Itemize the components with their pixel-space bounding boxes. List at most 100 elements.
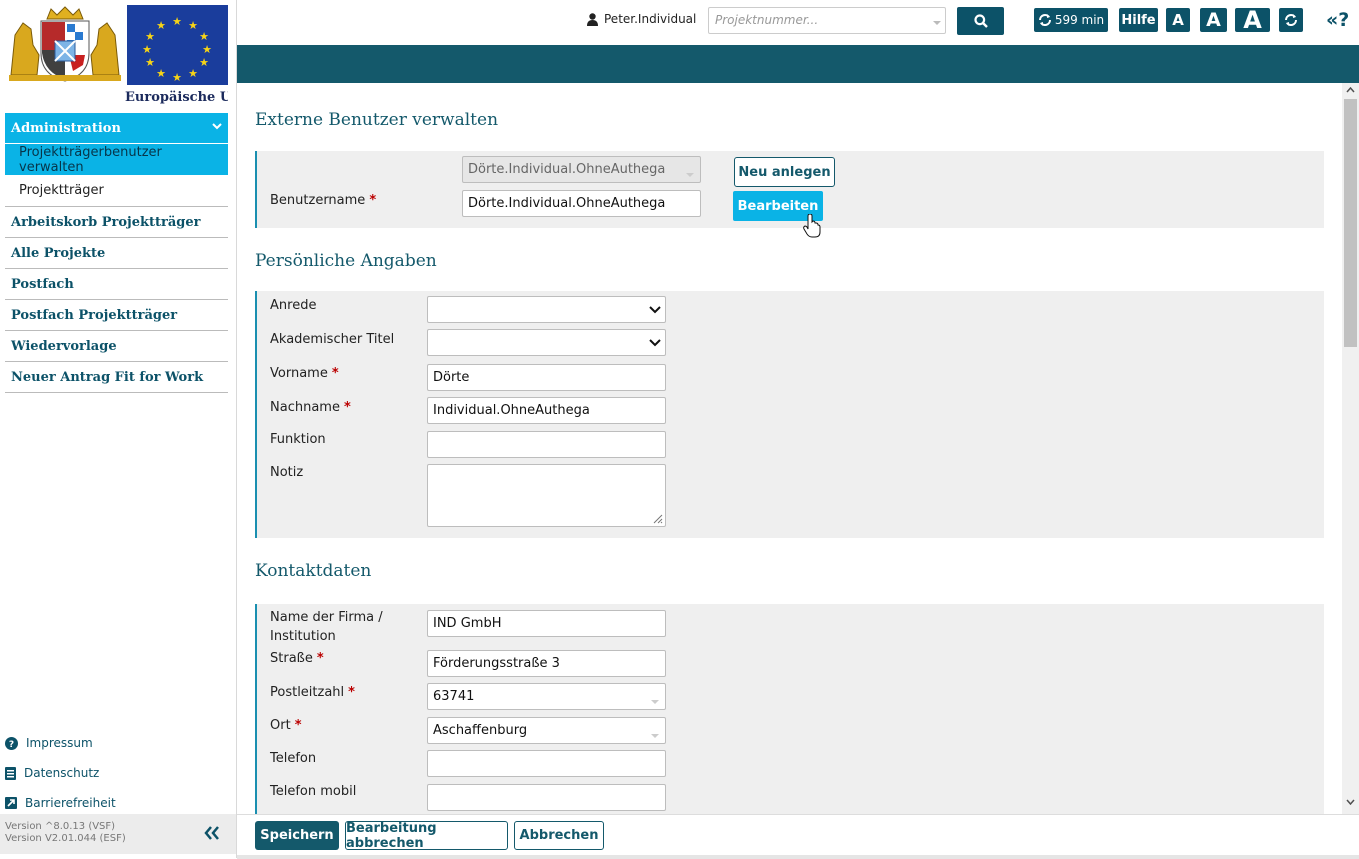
eu-flag-logo: ★ ★ ★ ★ ★ ★ ★ ★ ★ ★ ★ ★: [127, 5, 228, 85]
nav-neuer-antrag[interactable]: Neuer Antrag Fit for Work: [5, 362, 228, 393]
required-marker: *: [316, 651, 324, 666]
logo-area: ★ ★ ★ ★ ★ ★ ★ ★ ★ ★ ★ ★ Europäische Uni: [5, 5, 228, 107]
external-link-icon: [5, 797, 17, 809]
scroll-down-arrow-icon[interactable]: [1346, 799, 1355, 805]
font-size-medium-button[interactable]: A: [1200, 8, 1227, 32]
nav-sub-projekttraegerbenutzer[interactable]: Projektträgerbenutzer verwalten: [5, 143, 228, 175]
username-label-text: Benutzername: [270, 193, 366, 208]
current-user[interactable]: Peter.Individual: [587, 12, 696, 26]
nav-administration[interactable]: Administration: [5, 113, 228, 143]
mobil-input[interactable]: [427, 784, 666, 811]
funktion-label: Funktion: [270, 432, 326, 447]
username-input[interactable]: Dörte.Individual.OhneAuthega: [462, 190, 701, 217]
vorname-input[interactable]: Dörte: [427, 364, 666, 391]
user-select-value: Dörte.Individual.OhneAuthega: [468, 162, 666, 177]
dropdown-caret-icon: [933, 21, 941, 25]
vorname-label-text: Vorname: [270, 366, 328, 381]
user-select-panel: Dörte.Individual.OhneAuthega Benutzernam…: [255, 151, 1324, 238]
strasse-label: Straße *: [270, 649, 324, 668]
refresh-icon: [1038, 14, 1051, 26]
anrede-select[interactable]: [427, 296, 666, 323]
user-icon: [587, 12, 598, 26]
nachname-label: Nachname *: [270, 398, 351, 417]
scroll-up-arrow-icon[interactable]: [1346, 87, 1355, 93]
ort-label-text: Ort: [270, 718, 291, 733]
required-marker: *: [348, 685, 355, 700]
top-bar: Peter.Individual Projektnummer... 599 mi…: [237, 0, 1359, 45]
nav-sub-projekttraeger[interactable]: Projektträger: [5, 175, 228, 207]
funktion-input[interactable]: [427, 431, 666, 458]
resize-grip-icon[interactable]: [651, 512, 663, 524]
nachname-input[interactable]: Individual.OhneAuthega: [427, 397, 666, 424]
project-number-placeholder: Projektnummer...: [715, 13, 819, 27]
svg-text:★: ★: [188, 67, 198, 80]
dropdown-caret-icon: [651, 734, 659, 738]
firma-label-line2: Institution: [270, 629, 336, 644]
question-circle-icon: ?: [5, 736, 18, 750]
search-button[interactable]: [957, 7, 1004, 35]
nav-wiedervorlage[interactable]: Wiedervorlage: [5, 331, 228, 362]
new-user-button[interactable]: Neu anlegen: [734, 157, 835, 187]
svg-text:?: ?: [9, 740, 14, 750]
chevron-down-icon: [649, 306, 661, 314]
required-marker: *: [369, 193, 377, 208]
svg-text:★: ★: [145, 56, 155, 69]
plz-value: 63741: [433, 689, 475, 704]
bottom-divider: [237, 855, 1359, 859]
nav-arbeitskorb[interactable]: Arbeitskorb Projektträger: [5, 207, 228, 238]
titel-label: Akademischer Titel: [270, 332, 395, 347]
svg-text:★: ★: [172, 15, 182, 28]
telefon-label: Telefon: [270, 751, 317, 766]
user-name: Peter.Individual: [604, 12, 697, 26]
link-datenschutz[interactable]: Datenschutz: [5, 758, 228, 788]
nav-alle-projekte[interactable]: Alle Projekte: [5, 238, 228, 269]
help-button[interactable]: Hilfe: [1119, 8, 1158, 32]
ort-value: Aschaffenburg: [433, 723, 528, 738]
version-vsf: Version ^8.0.13 (VSF): [5, 821, 116, 832]
firma-label-line1: Name der Firma /: [270, 610, 383, 625]
ort-combobox[interactable]: Aschaffenburg: [427, 717, 666, 744]
page-title: Externe Benutzer verwalten: [255, 110, 499, 130]
chevron-down-icon: [649, 339, 661, 347]
session-timer-label: 599 min: [1054, 13, 1105, 27]
notiz-textarea[interactable]: [427, 464, 666, 527]
footer-links: ? Impressum Datenschutz Barrierefreiheit: [5, 728, 228, 818]
session-timer-button[interactable]: 599 min: [1034, 8, 1108, 32]
save-button[interactable]: Speichern: [255, 821, 339, 850]
strasse-input[interactable]: Förderungsstraße 3: [427, 650, 666, 677]
scrollbar-thumb[interactable]: [1344, 99, 1357, 347]
notiz-label: Notiz: [270, 465, 304, 480]
svg-text:★: ★: [202, 43, 212, 56]
required-marker: *: [294, 718, 302, 733]
plz-combobox[interactable]: 63741: [427, 683, 666, 710]
titel-select[interactable]: [427, 329, 666, 356]
main-scrollbar[interactable]: [1342, 83, 1359, 814]
svg-text:★: ★: [156, 67, 166, 80]
context-help-icon[interactable]: «?: [1326, 9, 1349, 31]
header-band: [237, 45, 1359, 83]
cancel-button[interactable]: Abbrechen: [514, 821, 604, 850]
link-impressum[interactable]: ? Impressum: [5, 728, 228, 758]
font-size-small-button[interactable]: A: [1166, 8, 1190, 32]
collapse-sidebar-icon[interactable]: [204, 826, 220, 840]
dropdown-caret-icon: [651, 700, 659, 704]
sidebar-nav: Administration Projektträgerbenutzer ver…: [5, 113, 228, 393]
cancel-edit-button[interactable]: Bearbeitung abbrechen: [345, 821, 508, 851]
chevron-down-icon: [212, 123, 222, 130]
sidebar-footer: Version ^8.0.13 (VSF) Version V2.01.044 …: [0, 814, 236, 854]
link-impressum-label: Impressum: [26, 736, 93, 750]
nav-postfach[interactable]: Postfach: [5, 269, 228, 300]
refresh-button[interactable]: [1279, 8, 1303, 32]
action-bar: Speichern Bearbeitung abbrechen Abbreche…: [237, 814, 1359, 859]
telefon-input[interactable]: [427, 750, 666, 777]
main-content: Externe Benutzer verwalten Dörte.Individ…: [237, 83, 1342, 814]
search-icon: [973, 14, 988, 28]
bavaria-coat-of-arms-logo: [5, 5, 125, 83]
font-size-large-button[interactable]: A: [1235, 6, 1270, 34]
nav-postfach-projekttraeger[interactable]: Postfach Projektträger: [5, 300, 228, 331]
firma-input[interactable]: IND GmbH: [427, 610, 666, 637]
user-select-dropdown: Dörte.Individual.OhneAuthega: [462, 156, 701, 183]
project-number-input[interactable]: Projektnummer...: [708, 7, 946, 34]
svg-text:★: ★: [145, 30, 155, 43]
firma-label: Name der Firma / Institution: [270, 608, 383, 646]
